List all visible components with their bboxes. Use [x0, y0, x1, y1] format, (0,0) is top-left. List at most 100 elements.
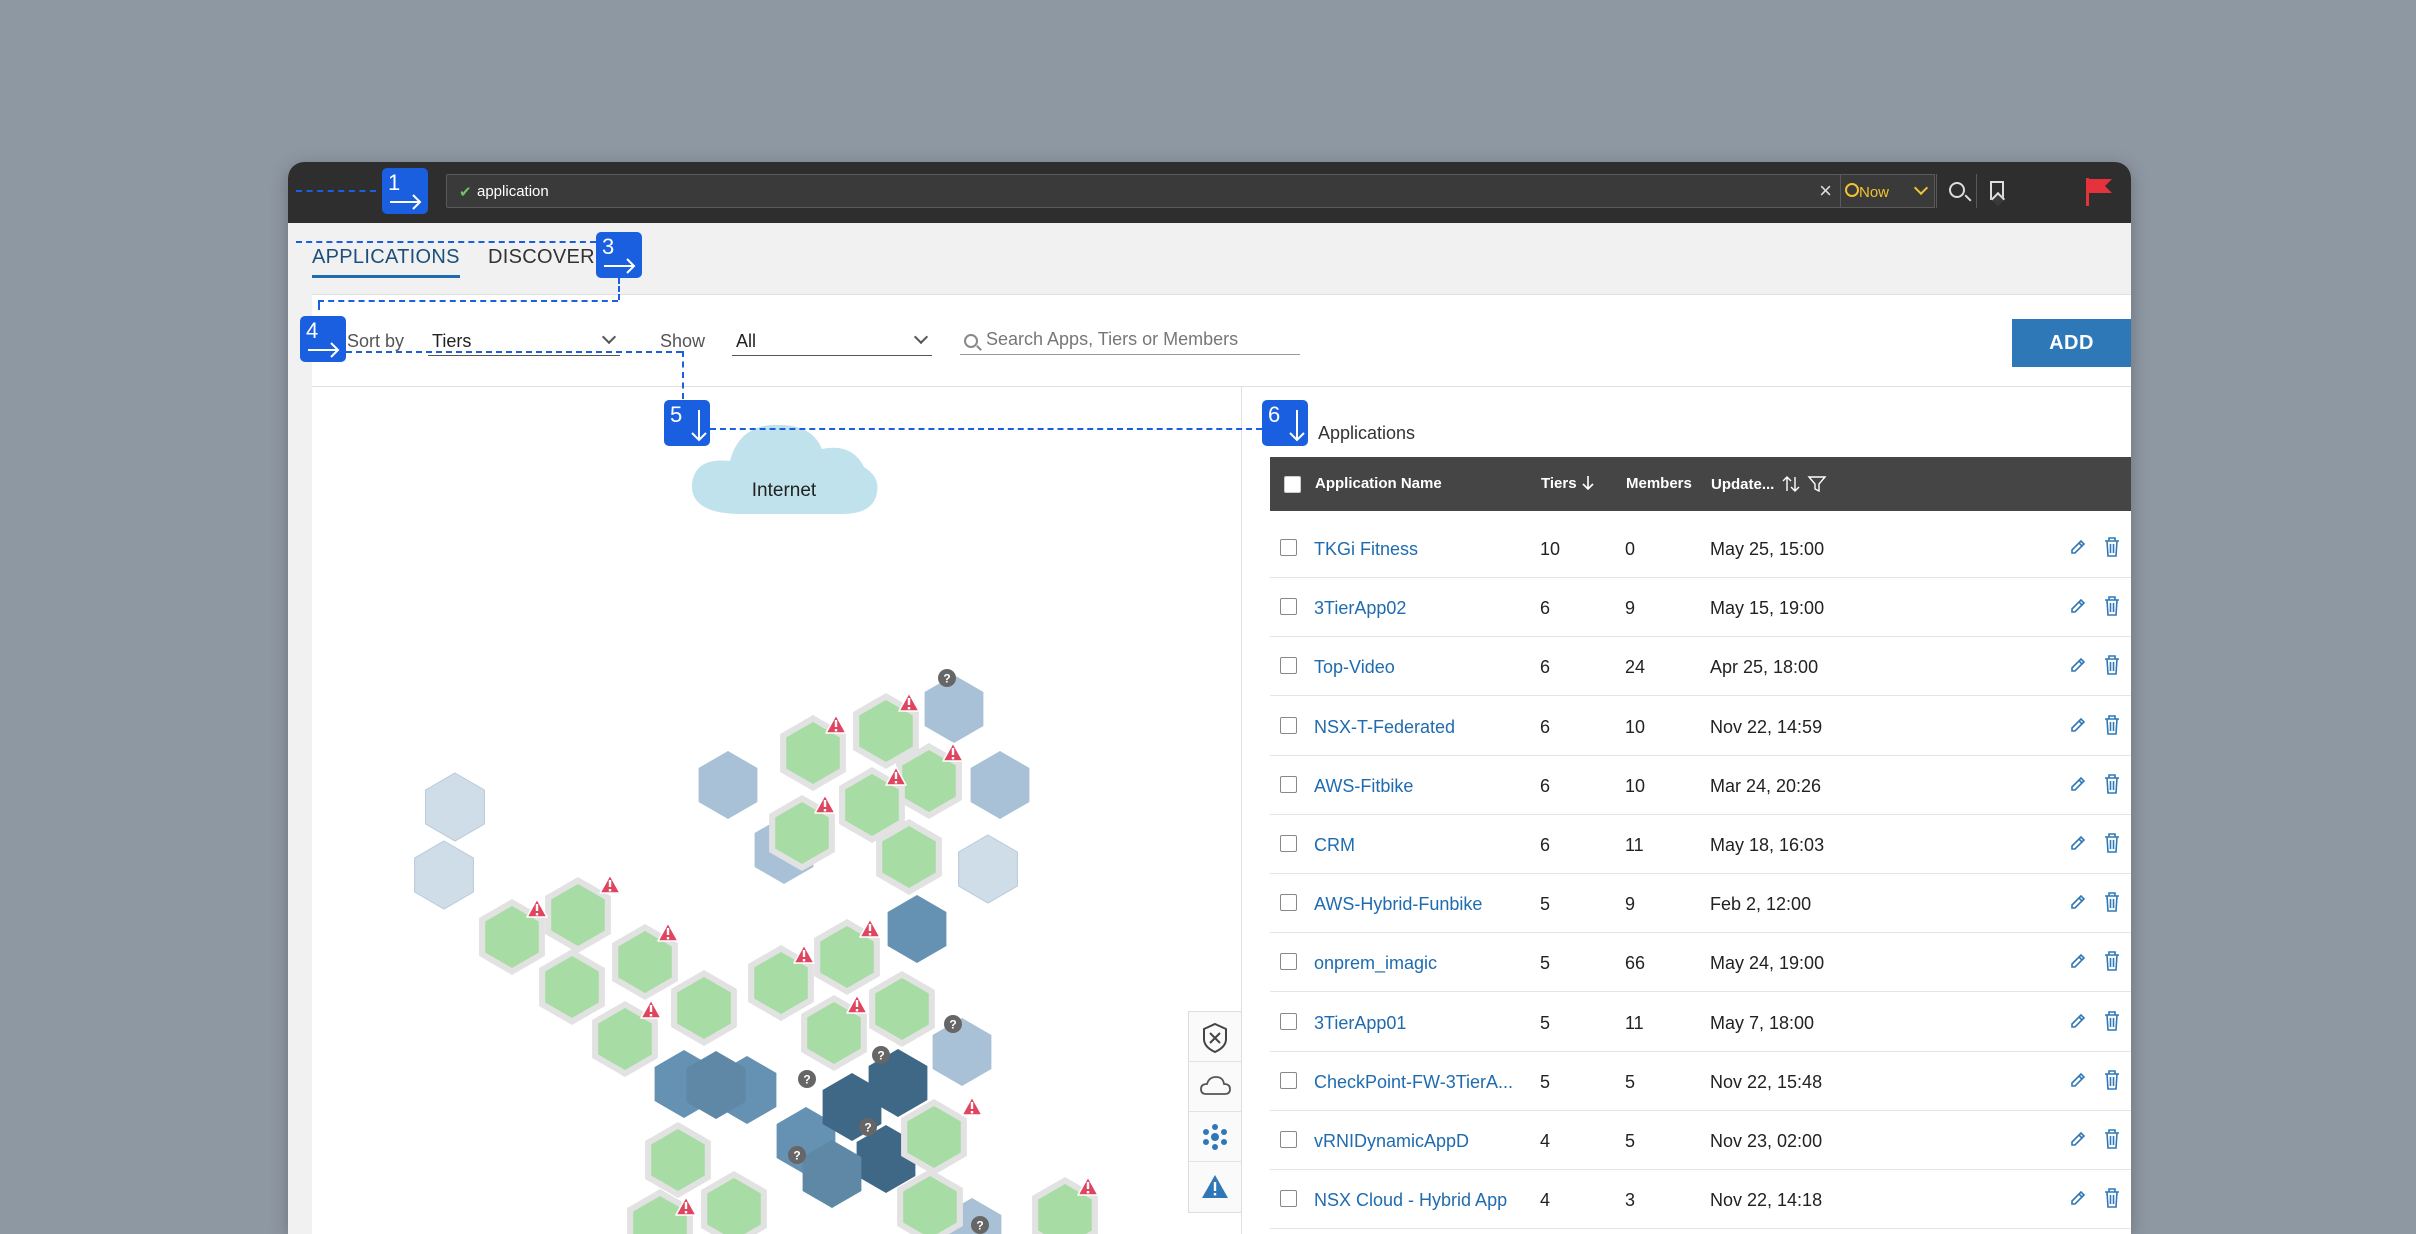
- row-checkbox[interactable]: [1280, 657, 1297, 675]
- alerts-button[interactable]: [1189, 1162, 1241, 1212]
- application-name-link[interactable]: 3TierApp02: [1314, 598, 1524, 619]
- pencil-icon[interactable]: [2068, 655, 2088, 675]
- trash-icon[interactable]: [2102, 1128, 2122, 1150]
- trash-icon[interactable]: [2102, 773, 2122, 795]
- application-name-link[interactable]: onprem_imagic: [1314, 953, 1524, 974]
- trash-icon[interactable]: [2102, 891, 2122, 913]
- application-name-link[interactable]: CRM: [1314, 835, 1524, 856]
- row-checkbox[interactable]: [1280, 1190, 1297, 1208]
- trash-icon[interactable]: [2102, 1010, 2122, 1032]
- table-row[interactable]: vRNIDynamicAppD 4 5 Nov 23, 02:00: [1270, 1111, 2131, 1170]
- trash-icon[interactable]: [2102, 1187, 2122, 1209]
- application-name-link[interactable]: AWS-Fitbike: [1314, 776, 1524, 797]
- row-checkbox[interactable]: [1280, 1131, 1297, 1148]
- pencil-icon[interactable]: [2068, 1129, 2088, 1149]
- column-application-name[interactable]: Application Name: [1315, 475, 1442, 492]
- topology-map[interactable]: ? Internet: [312, 387, 1242, 1234]
- application-name-link[interactable]: CheckPoint-FW-3TierA...: [1314, 1072, 1524, 1093]
- application-name-link[interactable]: NSX Cloud - Hybrid App: [1314, 1190, 1524, 1211]
- row-checkbox[interactable]: [1280, 1012, 1297, 1030]
- trash-icon[interactable]: [2102, 950, 2122, 972]
- table-row[interactable]: 3TierApp02 6 9 May 15, 19:00: [1270, 578, 2131, 638]
- cluster-button[interactable]: [1189, 1112, 1241, 1162]
- table-row[interactable]: CRM 6 11 May 18, 16:03: [1270, 815, 2131, 874]
- application-name-link[interactable]: TKGi Fitness: [1314, 539, 1524, 560]
- row-checkbox[interactable]: [1280, 775, 1297, 793]
- pencil-icon[interactable]: [2068, 715, 2088, 735]
- table-row[interactable]: AWS-Hybrid-Funbike 5 9 Feb 2, 12:00: [1270, 874, 2131, 934]
- step-guide-line: [710, 428, 1262, 430]
- table-row[interactable]: TKGi Fitness 10 0 May 25, 15:00: [1270, 519, 2131, 578]
- row-checkbox[interactable]: [1280, 598, 1297, 616]
- row-checkbox[interactable]: [1280, 894, 1297, 912]
- pencil-icon[interactable]: [2068, 951, 2088, 971]
- sort-by-label: Sort by: [347, 331, 405, 351]
- filter-icon[interactable]: [1807, 475, 1827, 493]
- bookmark-button[interactable]: [1976, 174, 2016, 208]
- application-name-link[interactable]: NSX-T-Federated: [1314, 717, 1524, 738]
- time-picker[interactable]: Now: [1840, 174, 1935, 208]
- pencil-icon[interactable]: [2068, 1070, 2088, 1090]
- column-tiers[interactable]: Tiers: [1541, 475, 1595, 492]
- search-input[interactable]: [986, 327, 1286, 351]
- row-checkbox[interactable]: [1280, 953, 1297, 971]
- flag-icon[interactable]: [2084, 178, 2114, 206]
- members-value: 9: [1625, 598, 1636, 619]
- column-updated[interactable]: Update...: [1711, 475, 1827, 493]
- pencil-icon[interactable]: [2068, 774, 2088, 794]
- search-button[interactable]: [1936, 174, 1976, 208]
- tiers-value: 5: [1540, 953, 1551, 974]
- application-name-link[interactable]: Top-Video: [1314, 657, 1524, 678]
- row-checkbox[interactable]: [1280, 835, 1297, 852]
- tab-discover[interactable]: DISCOVER: [488, 246, 595, 269]
- members-value: 66: [1625, 953, 1646, 974]
- table-row[interactable]: onprem_imagic 5 66 May 24, 19:00: [1270, 933, 2131, 993]
- trash-icon[interactable]: [2102, 1069, 2122, 1091]
- table-row[interactable]: NSX Cloud - Hybrid App 4 3 Nov 22, 14:18: [1270, 1170, 2131, 1230]
- tab-applications[interactable]: APPLICATIONS: [312, 246, 460, 278]
- updated-value: May 25, 15:00: [1710, 539, 1825, 559]
- tiers-value: 4: [1540, 1131, 1551, 1151]
- close-icon[interactable]: ×: [1819, 179, 1832, 203]
- pencil-icon[interactable]: [2068, 1011, 2088, 1031]
- pencil-icon[interactable]: [2068, 1188, 2088, 1208]
- main-panel: Sort by Tiers Show All ADD: [312, 294, 2131, 1234]
- trash-icon[interactable]: [2102, 832, 2122, 854]
- trash-icon[interactable]: [2102, 536, 2122, 558]
- cluster-icon: [1203, 1124, 1227, 1150]
- sort-icon[interactable]: [1781, 475, 1801, 493]
- table-row[interactable]: NSX-T-Federated 6 10 Nov 22, 14:59: [1270, 697, 2131, 756]
- step-guide-line: [618, 278, 620, 300]
- trash-icon[interactable]: [2102, 654, 2122, 676]
- search-field[interactable]: [960, 325, 1300, 355]
- global-search-bar[interactable]: ✔ application ×: [446, 174, 1841, 208]
- arrow-right-icon: [308, 342, 340, 358]
- table-row[interactable]: AWS-Fitbike 6 10 Mar 24, 20:26: [1270, 756, 2131, 815]
- row-checkbox[interactable]: [1280, 1071, 1297, 1089]
- show-select[interactable]: All: [732, 328, 932, 356]
- pencil-icon[interactable]: [2068, 537, 2088, 557]
- add-button[interactable]: ADD: [2012, 319, 2131, 367]
- internet-cloud[interactable]: Internet: [691, 424, 878, 514]
- application-name-link[interactable]: vRNIDynamicAppD: [1314, 1131, 1524, 1152]
- column-members[interactable]: Members: [1626, 475, 1692, 492]
- row-checkbox[interactable]: [1280, 716, 1297, 734]
- pencil-icon[interactable]: [2068, 833, 2088, 853]
- trash-icon[interactable]: [2102, 714, 2122, 736]
- application-name-link[interactable]: 3TierApp01: [1314, 1013, 1524, 1034]
- members-value: 24: [1625, 657, 1646, 678]
- application-name-link[interactable]: AWS-Hybrid-Funbike: [1314, 894, 1524, 915]
- cloud-button[interactable]: [1189, 1062, 1241, 1112]
- table-row[interactable]: Top-Video 6 24 Apr 25, 18:00: [1270, 637, 2131, 697]
- table-row[interactable]: 3TierApp01 5 11 May 7, 18:00: [1270, 993, 2131, 1052]
- pencil-icon[interactable]: [2068, 596, 2088, 616]
- shield-close-button[interactable]: [1189, 1012, 1241, 1062]
- search-query[interactable]: application: [477, 183, 549, 200]
- map-canvas[interactable]: ? Internet: [312, 387, 1242, 1234]
- table-row[interactable]: CheckPoint-FW-3TierA... 5 5 Nov 22, 15:48: [1270, 1052, 2131, 1111]
- row-checkbox[interactable]: [1280, 539, 1297, 556]
- trash-icon[interactable]: [2102, 595, 2122, 617]
- select-all-checkbox[interactable]: [1284, 476, 1301, 493]
- step-badge-3: 3: [596, 232, 642, 278]
- pencil-icon[interactable]: [2068, 892, 2088, 912]
